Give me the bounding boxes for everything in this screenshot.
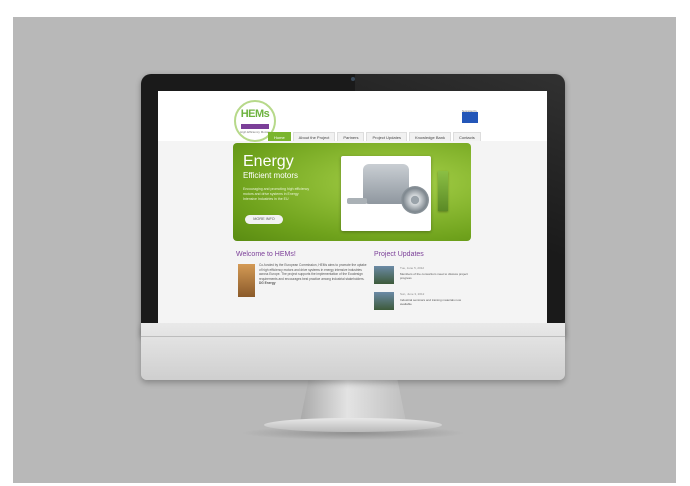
side-photo [438,171,448,211]
webcam-icon [351,77,355,81]
welcome-text: Co-funded by the European Commission, HE… [259,263,367,286]
nav-about[interactable]: About the Project [292,132,336,141]
update-thumbnail [374,292,394,310]
nav-home[interactable]: Home [268,132,291,141]
more-info-button[interactable]: MORE INFO [245,215,283,224]
update-date: Sun, June 3, 2012 [400,292,425,296]
main-nav: Home About the Project Partners Project … [268,132,481,141]
screen: HEMs High Efficiency Motors Supported by… [158,91,547,323]
updates-title: Project Updates [374,251,424,258]
hero-subtitle: Efficient motors [243,171,298,180]
update-item[interactable]: Tue, June 5, 2012 Members of the consort… [374,266,474,288]
nav-contacts[interactable]: Contacts [452,132,481,141]
nav-knowledge-bank[interactable]: Knowledge Bank [408,132,451,141]
monitor-stand-neck [300,380,406,422]
welcome-link[interactable]: DG Energy [259,281,275,285]
welcome-title: Welcome to HEMs! [236,251,296,258]
update-item[interactable]: Sun, June 3, 2012 Industrial seminars an… [374,292,474,314]
nav-partners[interactable]: Partners [337,132,365,141]
motor-end-cap [401,186,429,214]
monitor-stand-foot [264,418,442,432]
eu-flag-icon [462,112,478,123]
hero-title: Energy [243,153,294,170]
logo-text: HEMs [240,108,270,120]
update-thumbnail [374,266,394,284]
motor-shaft [347,198,367,204]
welcome-image [238,264,255,297]
nav-project-updates[interactable]: Project Updates [366,132,407,141]
hero-banner: Energy Efficient motors Encouraging and … [233,143,471,241]
update-date: Tue, June 5, 2012 [400,266,425,270]
logo-band [241,124,269,129]
chin-seam [141,336,565,337]
welcome-body: Co-funded by the European Commission, HE… [259,263,367,281]
update-text: Members of the consortium meet to discus… [400,272,468,280]
site-header: HEMs High Efficiency Motors Supported by… [158,91,547,142]
monitor-chin [141,323,565,380]
hero-text: Encouraging and promoting high efficienc… [243,187,310,201]
update-text: Industrial seminars and training materia… [400,298,462,306]
motor-photo [341,156,431,231]
logo-subtitle: High Efficiency Motors [240,130,270,134]
